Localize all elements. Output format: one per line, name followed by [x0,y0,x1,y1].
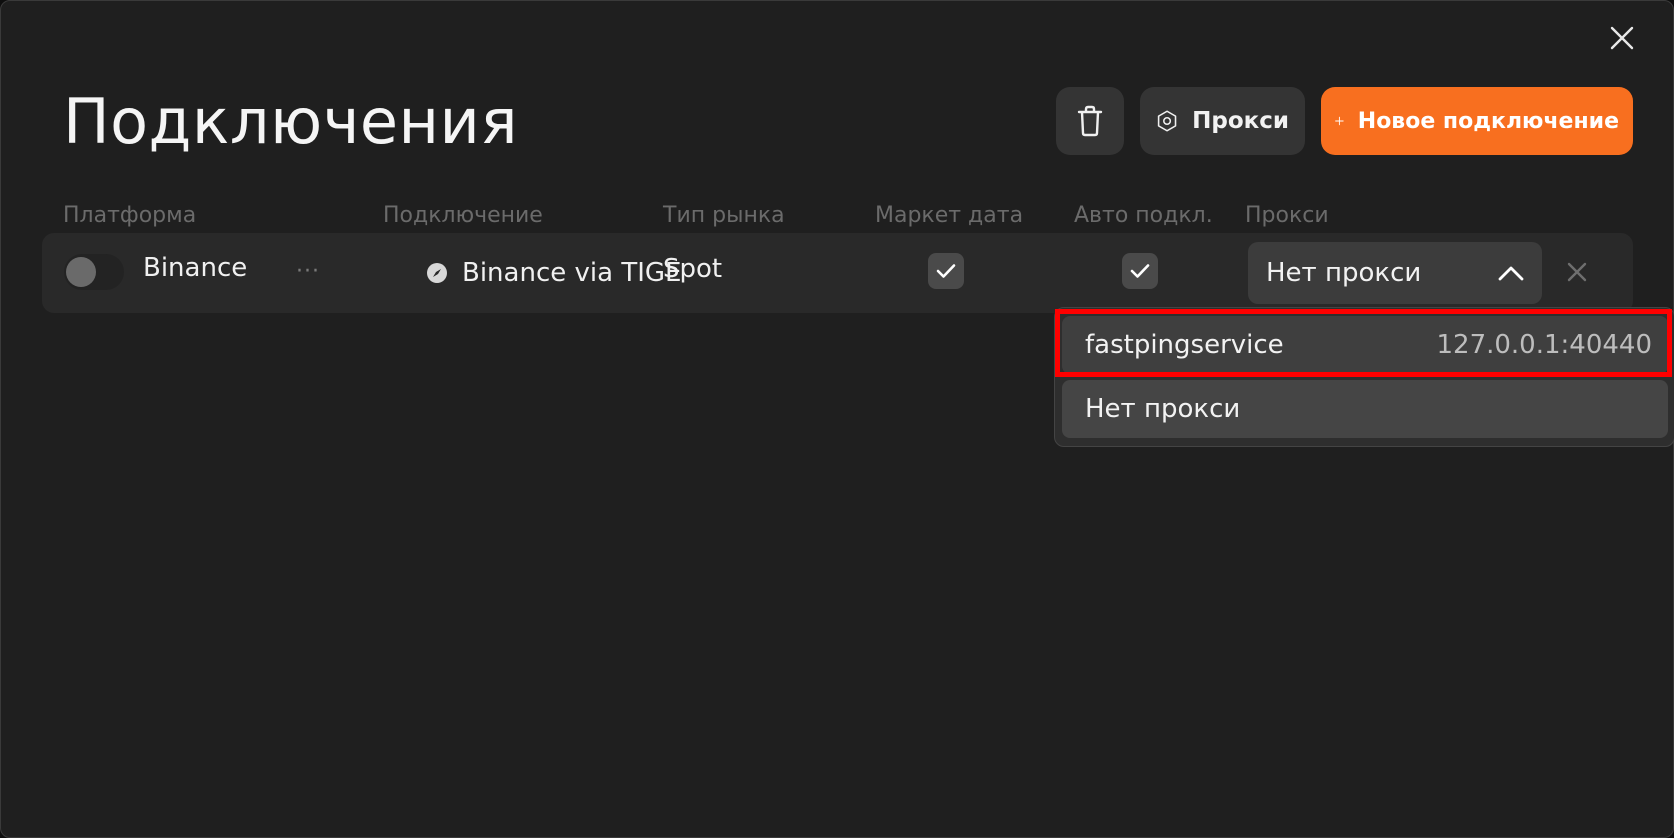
table-row: Binance ··· Binance via TIGER Spot Нет п… [42,233,1633,313]
connection-cell: Binance via TIGER [426,251,680,295]
proxy-option-address: 127.0.0.1:40440 [1436,330,1652,360]
trash-icon [1077,105,1103,137]
new-connection-button[interactable]: Новое подключение [1321,87,1633,155]
more-options-button[interactable]: ··· [287,251,329,291]
proxy-dropdown: fastpingservice 127.0.0.1:40440 Нет прок… [1054,307,1674,447]
close-icon [1567,262,1587,282]
new-connection-label: Новое подключение [1357,108,1619,134]
remove-row-button[interactable] [1560,255,1594,289]
plus-icon [1335,116,1344,126]
platform-name: Binance [143,253,248,283]
auto-connect-checkbox[interactable] [1122,253,1158,289]
close-button[interactable] [1605,21,1639,55]
column-header-auto-connect: Авто подкл. [1074,203,1213,228]
proxy-select[interactable]: Нет прокси [1248,242,1542,304]
proxy-button[interactable]: Прокси [1140,87,1305,155]
page-title: Подключения [63,85,519,158]
chevron-up-icon [1498,266,1524,281]
delete-button[interactable] [1056,87,1124,155]
proxy-button-label: Прокси [1192,108,1289,134]
check-icon [936,264,956,278]
toggle-knob [66,257,96,287]
market-type: Spot [663,254,723,284]
proxy-option-name: Нет прокси [1085,394,1241,424]
platform-toggle[interactable] [64,254,124,290]
column-header-proxy: Прокси [1245,203,1329,228]
proxy-option-name: fastpingservice [1085,330,1284,360]
hexagon-icon [1157,110,1177,132]
proxy-select-value: Нет прокси [1266,258,1422,288]
connection-name: Binance via TIGER [462,258,680,288]
check-icon [1130,264,1150,278]
market-data-checkbox[interactable] [928,253,964,289]
close-icon [1610,26,1634,50]
connections-dialog: Подключения Прокси Новое подключение Пла… [0,0,1674,838]
column-header-market-data: Маркет дата [875,203,1024,228]
compass-icon [427,263,447,283]
column-header-platform: Платформа [63,203,197,228]
column-header-connection: Подключение [383,203,543,228]
proxy-option-fastpingservice[interactable]: fastpingservice 127.0.0.1:40440 [1062,316,1668,374]
column-header-market-type: Тип рынка [663,203,785,228]
proxy-option-none[interactable]: Нет прокси [1062,380,1668,438]
